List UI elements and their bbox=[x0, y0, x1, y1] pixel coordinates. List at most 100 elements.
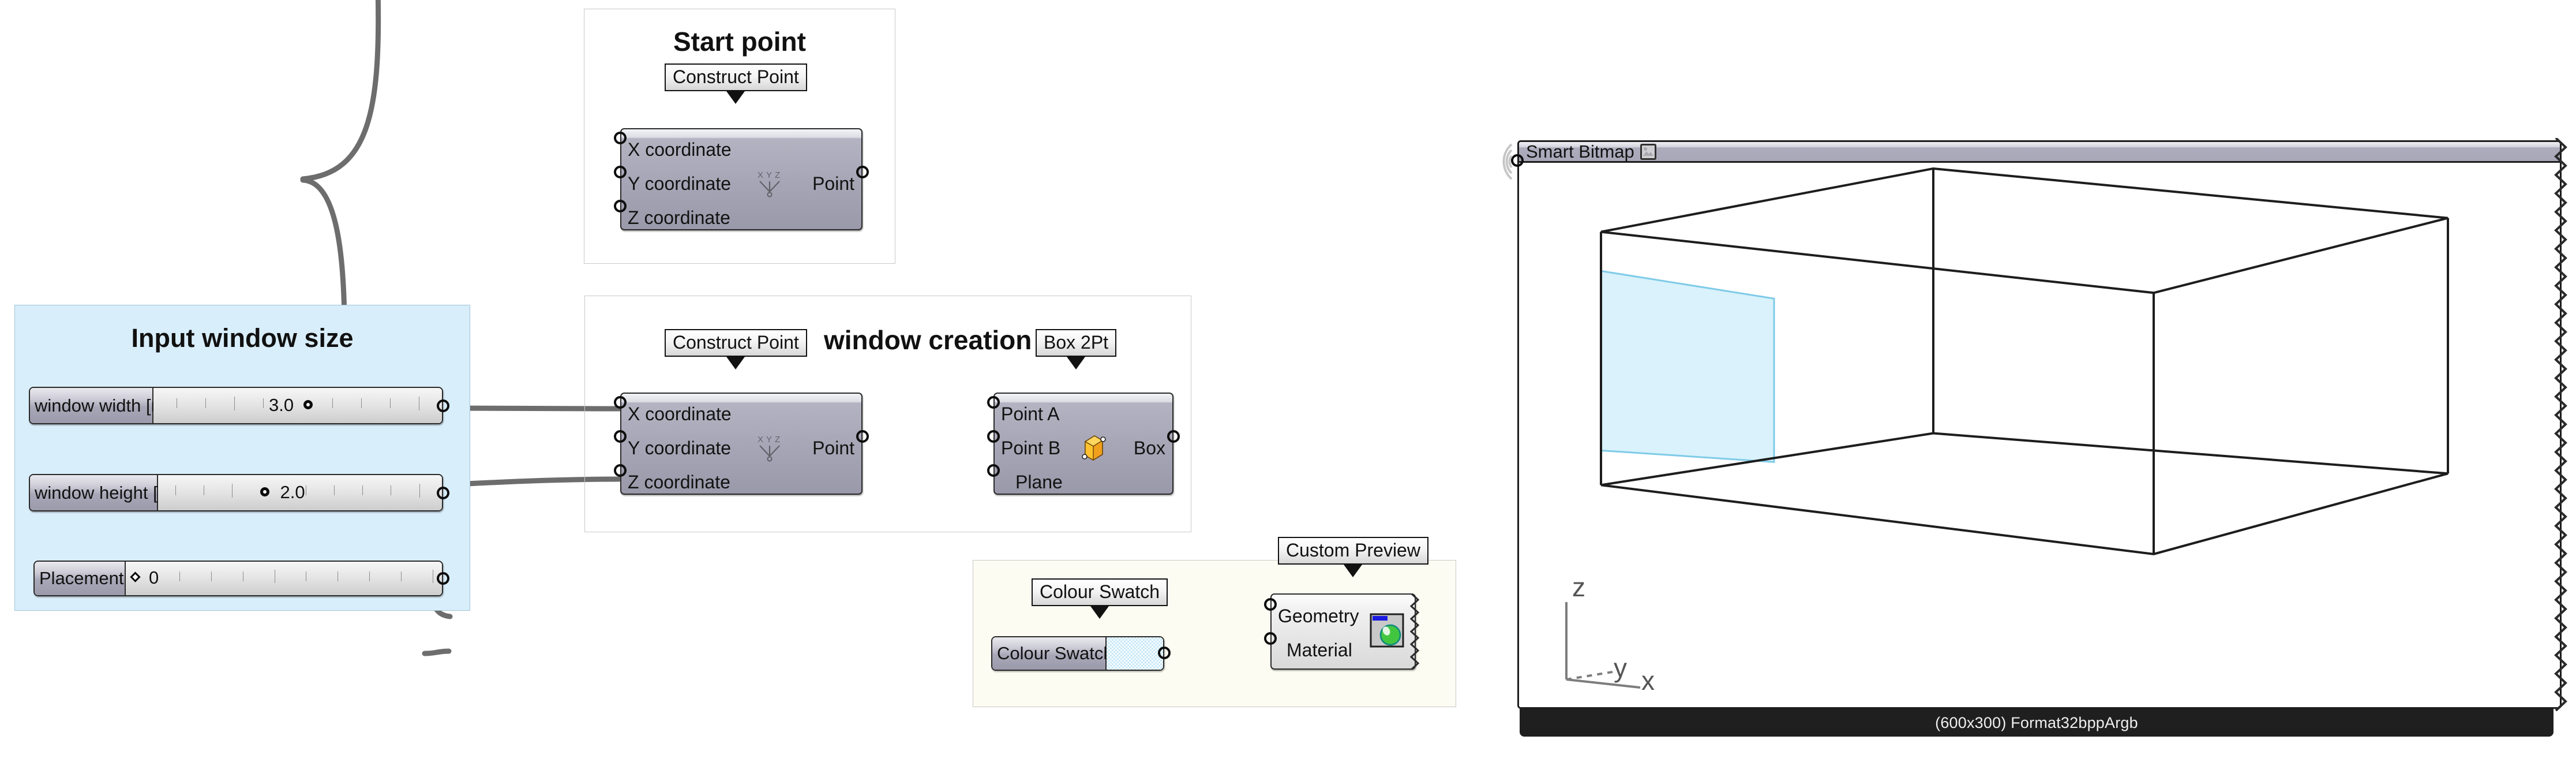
node-box-2pt-grip-plane[interactable] bbox=[987, 464, 1000, 477]
node-construct-point-output-point[interactable]: Point bbox=[812, 438, 854, 459]
box-2pt-balloon: Box 2Pt bbox=[1036, 329, 1117, 369]
smart-bitmap-zigzag-edge bbox=[2554, 138, 2567, 711]
svg-text:Y: Y bbox=[766, 170, 772, 180]
node-start-point-body[interactable]: X coordinate Y coordinate Z coordinate P… bbox=[620, 128, 863, 230]
node-custom-preview[interactable]: Geometry Material bbox=[1270, 593, 1420, 670]
node-construct-point-grip-point[interactable] bbox=[856, 430, 869, 443]
node-construct-point-grip-z[interactable] bbox=[614, 464, 627, 477]
colour-swatch-balloon-label: Colour Swatch bbox=[1032, 578, 1168, 606]
slider-window-height-label: window height [m] bbox=[30, 475, 178, 510]
node-box-2pt-input-plane[interactable]: Plane bbox=[1015, 472, 1063, 493]
box-preview-drawing bbox=[1600, 167, 2449, 555]
smart-bitmap-status-text: (600x300) Format32bppArgb bbox=[1935, 714, 2138, 731]
node-start-point-input-x[interactable]: X coordinate bbox=[628, 139, 732, 160]
slider-window-height-output-grip[interactable] bbox=[437, 487, 449, 499]
custom-preview-balloon-tail bbox=[1344, 564, 1363, 577]
construct-point-balloon: Construct Point bbox=[665, 329, 807, 369]
svg-text:X: X bbox=[758, 170, 763, 180]
construct-point-balloon-label: Construct Point bbox=[665, 329, 807, 357]
slider-window-width-track[interactable]: 3.0 bbox=[153, 388, 442, 423]
node-custom-preview-grip-material[interactable] bbox=[1264, 632, 1277, 645]
node-box-2pt-output-box[interactable]: Box bbox=[1134, 438, 1165, 459]
box-2pt-balloon-tail bbox=[1067, 356, 1086, 369]
start-point-balloon-tail bbox=[726, 91, 745, 104]
node-start-point-grip-point[interactable] bbox=[856, 166, 869, 178]
colour-swatch-balloon: Colour Swatch bbox=[1032, 578, 1168, 619]
slider-window-height[interactable]: window height [m] 2.0 bbox=[29, 474, 443, 511]
start-point-balloon-label: Construct Point bbox=[665, 64, 807, 91]
smart-bitmap-title: Smart Bitmap bbox=[1526, 141, 1634, 162]
node-start-point-input-z[interactable]: Z coordinate bbox=[628, 207, 730, 229]
node-construct-point[interactable]: X coordinate Y coordinate Z coordinate P… bbox=[620, 393, 863, 495]
svg-text:Z: Z bbox=[775, 435, 780, 444]
node-start-point-grip-y[interactable] bbox=[614, 166, 627, 178]
node-box-2pt-grip-point-b[interactable] bbox=[987, 430, 1000, 443]
window-creation-group-title: window creation bbox=[824, 325, 1032, 355]
node-start-point[interactable]: X coordinate Y coordinate Z coordinate P… bbox=[620, 128, 863, 230]
smart-bitmap-viewport[interactable]: z y x bbox=[1519, 163, 2560, 707]
svg-text:Y: Y bbox=[766, 435, 772, 444]
node-box-2pt-body[interactable]: Point A Point B Plane Box bbox=[993, 393, 1173, 495]
node-start-point-output-point[interactable]: Point bbox=[812, 173, 854, 195]
slider-window-height-value: 2.0 bbox=[280, 482, 305, 502]
orange-box-icon bbox=[1082, 435, 1106, 461]
slider-window-width-knob[interactable] bbox=[303, 400, 313, 409]
node-start-point-input-y[interactable]: Y coordinate bbox=[628, 173, 731, 195]
start-point-balloon: Construct Point bbox=[665, 64, 807, 104]
slider-window-width-output-grip[interactable] bbox=[437, 399, 449, 412]
slider-placement-track[interactable]: 0 bbox=[126, 562, 442, 595]
node-box-2pt-input-point-a[interactable]: Point A bbox=[1001, 404, 1059, 425]
node-construct-point-body[interactable]: X coordinate Y coordinate Z coordinate P… bbox=[620, 393, 863, 495]
input-window-size-group-title: Input window size bbox=[131, 323, 354, 353]
smart-bitmap-titlebar[interactable]: Smart Bitmap bbox=[1519, 142, 2560, 163]
smart-bitmap-frame[interactable]: Smart Bitmap z y x bbox=[1517, 140, 2562, 709]
smart-bitmap-status-bar: (600x300) Format32bppArgb bbox=[1520, 709, 2553, 737]
slider-window-height-knob[interactable] bbox=[260, 487, 270, 496]
node-construct-point-grip-x[interactable] bbox=[614, 396, 627, 409]
colour-swatch-balloon-tail bbox=[1090, 606, 1109, 619]
slider-placement-value: 0 bbox=[149, 567, 159, 588]
node-box-2pt-grip-point-a[interactable] bbox=[987, 396, 1000, 409]
slider-placement-label: Placement bbox=[35, 562, 126, 595]
axis-label-z: z bbox=[1572, 574, 1585, 602]
axis-label-x: x bbox=[1641, 666, 1655, 690]
slider-placement-knob[interactable] bbox=[130, 572, 141, 582]
slider-placement-output-grip[interactable] bbox=[437, 572, 449, 585]
node-custom-preview-grip-geometry[interactable] bbox=[1264, 598, 1277, 611]
node-custom-preview-body[interactable]: Geometry Material bbox=[1270, 593, 1416, 670]
box-2pt-balloon-label: Box 2Pt bbox=[1036, 329, 1117, 357]
xyz-point-icon: X Y Z bbox=[758, 170, 780, 197]
custom-preview-balloon: Custom Preview bbox=[1278, 537, 1428, 577]
svg-text:X: X bbox=[758, 435, 763, 444]
smart-bitmap-panel[interactable]: Smart Bitmap z y x bbox=[1517, 138, 2567, 711]
viewport-axis-indicator: z y x bbox=[1565, 574, 1655, 690]
node-construct-point-input-y[interactable]: Y coordinate bbox=[628, 438, 731, 459]
slider-window-width-label: window width [m] bbox=[30, 388, 171, 423]
colour-swatch-preview[interactable] bbox=[1107, 637, 1163, 670]
node-custom-preview-input-geometry[interactable]: Geometry bbox=[1278, 606, 1359, 627]
slider-window-width[interactable]: window width [m] 3.0 bbox=[29, 387, 443, 424]
node-start-point-grip-z[interactable] bbox=[614, 200, 627, 212]
slider-placement[interactable]: Placement 0 bbox=[33, 561, 443, 596]
colour-swatch-param-label: Colour Swatch bbox=[992, 637, 1113, 670]
node-construct-point-input-x[interactable]: X coordinate bbox=[628, 404, 732, 425]
preview-sphere-icon bbox=[1370, 613, 1404, 648]
slider-window-height-track[interactable]: 2.0 bbox=[158, 475, 442, 510]
node-construct-point-grip-y[interactable] bbox=[614, 430, 627, 443]
node-box-2pt-grip-box[interactable] bbox=[1167, 430, 1180, 443]
node-start-point-grip-x[interactable] bbox=[614, 132, 627, 144]
custom-preview-zigzag-edge bbox=[1410, 593, 1420, 670]
xyz-point-icon: X Y Z bbox=[758, 435, 780, 462]
node-box-2pt[interactable]: Point A Point B Plane Box bbox=[993, 393, 1173, 495]
axis-label-y: y bbox=[1614, 653, 1627, 683]
grasshopper-canvas: Input window size window width [m] 3.0 w… bbox=[0, 0, 2576, 762]
node-construct-point-input-z[interactable]: Z coordinate bbox=[628, 472, 730, 493]
node-custom-preview-input-material[interactable]: Material bbox=[1287, 640, 1352, 661]
colour-swatch-output-grip[interactable] bbox=[1158, 647, 1171, 659]
construct-point-balloon-tail bbox=[726, 356, 745, 369]
wireless-receiver-icon bbox=[1502, 143, 1513, 180]
image-thumbnail-icon bbox=[1640, 143, 1656, 160]
node-box-2pt-input-point-b[interactable]: Point B bbox=[1001, 438, 1060, 459]
colour-swatch-param[interactable]: Colour Swatch bbox=[991, 636, 1164, 671]
svg-text:Z: Z bbox=[775, 170, 780, 180]
